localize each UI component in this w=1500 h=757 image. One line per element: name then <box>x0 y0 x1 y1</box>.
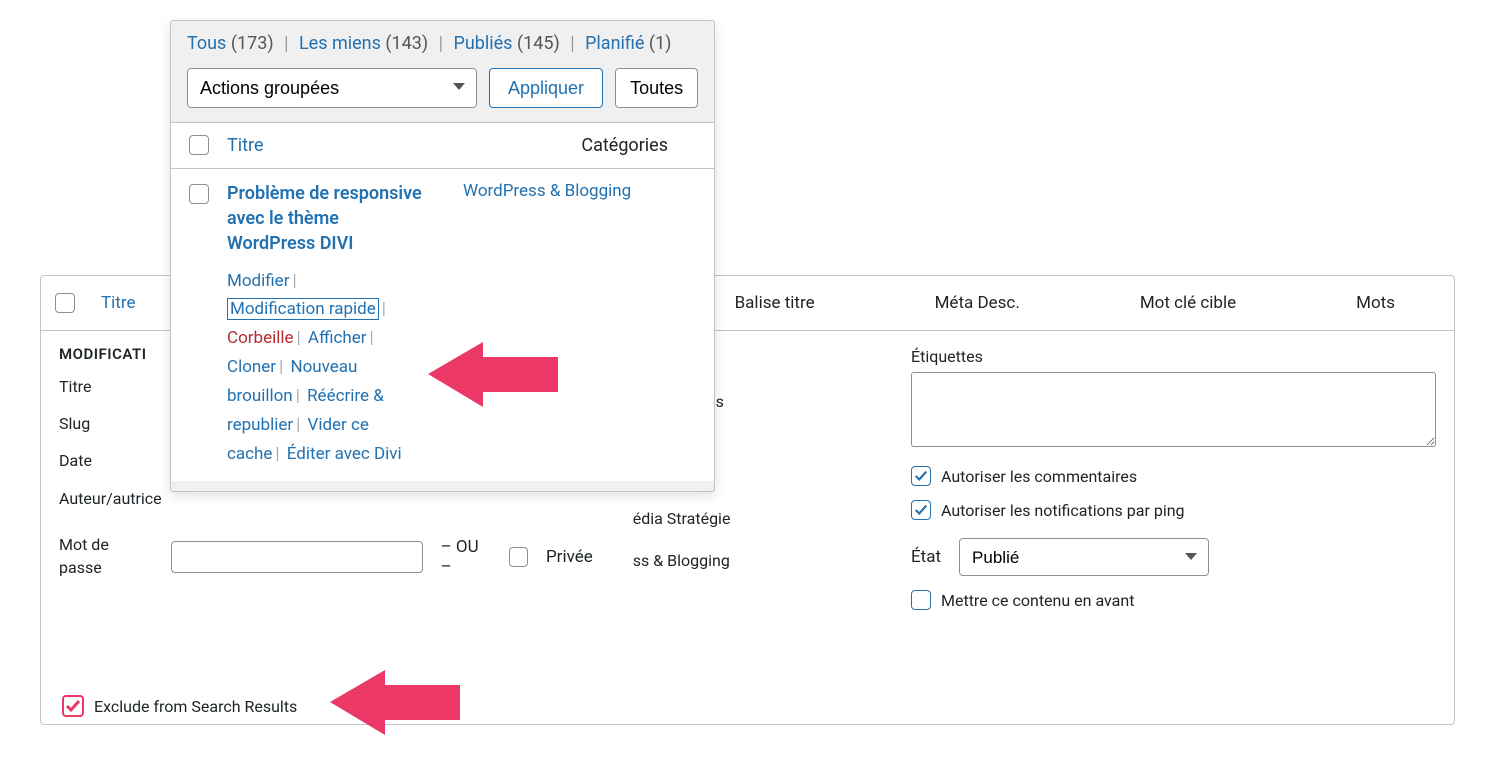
table-header: Titre Catégories <box>171 122 714 168</box>
filter-mine-count: (143) <box>385 33 428 54</box>
col-meta-desc[interactable]: Méta Desc. <box>935 293 1020 313</box>
post-title-link[interactable]: Problème de responsive avec le thème Wor… <box>227 183 422 254</box>
col-title[interactable]: Titre <box>227 135 263 156</box>
label-allow-comments: Autoriser les commentaires <box>941 467 1137 486</box>
password-input[interactable] <box>171 541 422 573</box>
label-date: Date <box>59 451 159 470</box>
label-exclude: Exclude from Search Results <box>94 697 297 716</box>
exclude-checkbox[interactable] <box>62 695 84 717</box>
filter-all[interactable]: Tous <box>187 33 226 54</box>
label-featured: Mettre ce contenu en avant <box>941 591 1134 610</box>
dates-filter-button[interactable]: Toutes <box>615 68 698 108</box>
col-mots[interactable]: Mots <box>1356 293 1395 313</box>
filter-published-count: (145) <box>517 33 560 54</box>
table-row: Problème de responsive avec le thème Wor… <box>171 168 714 481</box>
status-filters: Tous (173) | Les miens (143) | Publiés (… <box>171 21 714 58</box>
posts-table: Titre Catégories Problème de responsive … <box>171 122 714 481</box>
category-item[interactable]: édia Stratégie <box>633 504 871 536</box>
quick-edit-right: Étiquettes Autoriser les commentaires Au… <box>911 345 1436 610</box>
col-balise-titre[interactable]: Balise titre <box>735 293 815 313</box>
bulk-actions-select[interactable]: Actions groupées <box>187 68 477 108</box>
status-select[interactable]: Publié <box>959 538 1209 576</box>
select-all-checkbox[interactable] <box>189 135 209 155</box>
label-etiquettes: Étiquettes <box>911 347 1436 366</box>
action-quick-edit[interactable]: Modification rapide <box>227 298 379 320</box>
row-checkbox[interactable] <box>189 184 209 204</box>
action-edit[interactable]: Modifier <box>227 271 289 291</box>
label-ou: – OU – <box>441 537 491 577</box>
select-all-checkbox[interactable] <box>55 293 75 313</box>
label-allow-pings: Autoriser les notifications par ping <box>941 501 1185 520</box>
action-view[interactable]: Afficher <box>308 328 367 348</box>
label-privee: Privée <box>546 547 593 567</box>
tags-textarea[interactable] <box>911 372 1436 447</box>
allow-pings-checkbox[interactable] <box>911 500 931 520</box>
filter-all-count: (173) <box>231 33 274 54</box>
action-edit-divi[interactable]: Éditer avec Divi <box>287 444 402 464</box>
filter-scheduled-count: (1) <box>649 33 672 54</box>
action-clone[interactable]: Cloner <box>227 357 276 377</box>
exclude-row: Exclude from Search Results <box>62 695 297 717</box>
col-categories: Catégories <box>581 135 696 156</box>
post-category-link[interactable]: WordPress & Blogging <box>463 181 631 201</box>
allow-comments-checkbox[interactable] <box>911 466 931 486</box>
col-mot-cle[interactable]: Mot clé cible <box>1140 293 1236 313</box>
filter-mine[interactable]: Les miens <box>299 33 381 54</box>
action-trash[interactable]: Corbeille <box>227 328 294 348</box>
posts-list-overlay: Tous (173) | Les miens (143) | Publiés (… <box>170 20 715 492</box>
row-actions: Modifier| Modification rapide| Corbeille… <box>227 267 427 469</box>
filter-published[interactable]: Publiés <box>453 33 512 54</box>
label-etat: État <box>911 547 941 567</box>
label-password: Mot de passe <box>59 534 153 579</box>
apply-button[interactable]: Appliquer <box>489 68 603 108</box>
category-item[interactable]: ss & Blogging <box>633 546 871 578</box>
label-slug: Slug <box>59 414 159 433</box>
private-checkbox[interactable] <box>509 547 528 567</box>
featured-checkbox[interactable] <box>911 590 931 610</box>
filter-scheduled[interactable]: Planifié <box>585 33 644 54</box>
col-title[interactable]: Titre <box>101 293 135 313</box>
label-auteur: Auteur/autrice <box>59 488 159 510</box>
label-titre: Titre <box>59 377 159 396</box>
